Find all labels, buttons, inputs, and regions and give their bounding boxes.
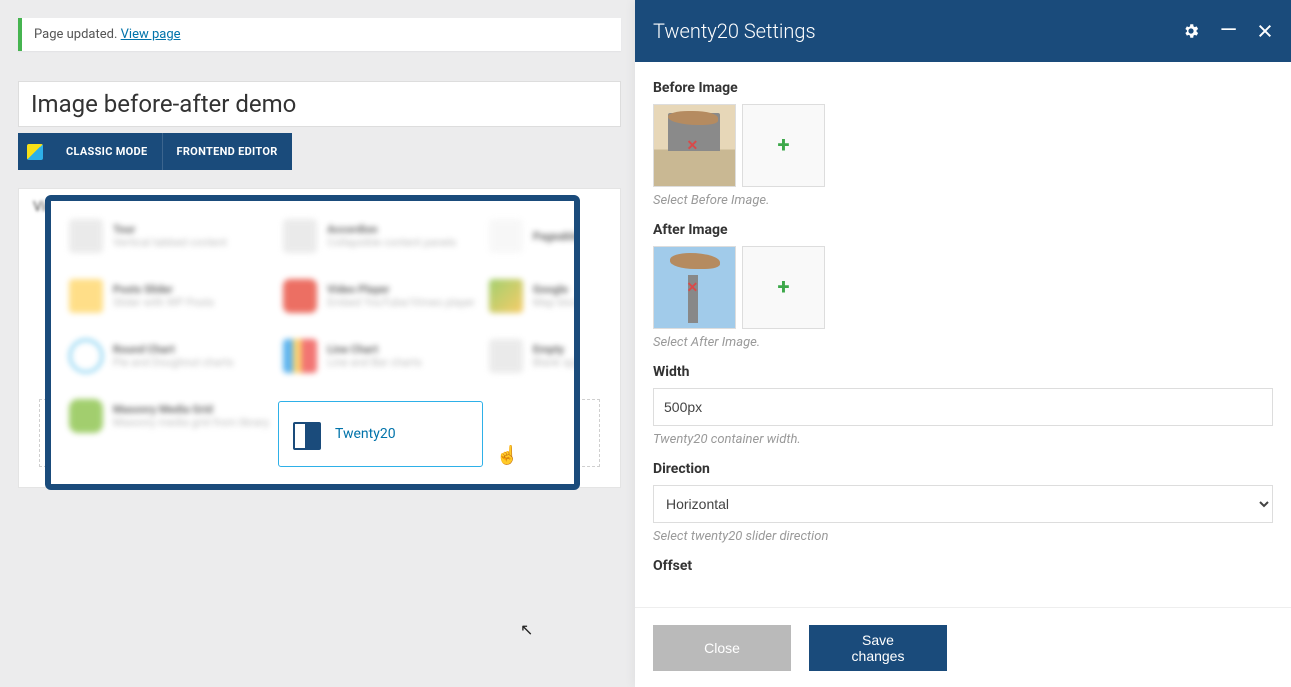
close-icon[interactable] [1257, 23, 1273, 39]
twenty20-element-card[interactable]: Twenty20 [278, 401, 483, 467]
width-label: Width [653, 364, 1273, 380]
add-before-image-button[interactable]: + [742, 104, 825, 187]
settings-body[interactable]: Before Image ✕ + Select Before Image. Af… [635, 62, 1291, 607]
minimize-icon[interactable]: — [1220, 27, 1237, 35]
view-page-link[interactable]: View page [121, 27, 181, 42]
picker-item[interactable]: Round ChartPie and Doughnut charts [69, 333, 269, 379]
close-button[interactable]: Close [653, 625, 791, 671]
before-image-thumb[interactable]: ✕ [653, 104, 736, 187]
post-title-input[interactable]: Image before-after demo [18, 81, 621, 127]
direction-help: Select twenty20 slider direction [653, 529, 1273, 544]
before-image-label: Before Image [653, 80, 1273, 96]
update-notice: Page updated. View page [18, 18, 621, 51]
width-help: Twenty20 container width. [653, 432, 1273, 447]
frontend-editor-button[interactable]: FRONTEND EDITOR [162, 133, 292, 170]
pointer-hand-icon: ☝ [496, 445, 518, 466]
after-image-label: After Image [653, 222, 1273, 238]
picker-item[interactable]: Line ChartLine and Bar charts [283, 333, 475, 379]
settings-header: Twenty20 Settings — [635, 0, 1291, 62]
picker-item[interactable]: EmptyBlank space [489, 333, 580, 379]
picker-item[interactable]: GoogleMap block [489, 273, 580, 319]
remove-image-icon[interactable]: ✕ [687, 138, 703, 154]
notice-text: Page updated. [34, 27, 117, 42]
remove-image-icon[interactable]: ✕ [687, 280, 703, 296]
arrow-cursor-icon: ↖ [520, 620, 533, 639]
gear-icon[interactable] [1182, 22, 1200, 40]
add-after-image-button[interactable]: + [742, 246, 825, 329]
width-input[interactable] [653, 388, 1273, 426]
picker-item[interactable]: Pageable [489, 213, 580, 259]
save-changes-button[interactable]: Save changes [809, 625, 947, 671]
twenty20-label: Twenty20 [335, 426, 396, 442]
picker-item[interactable]: Posts SliderSlider with WP Posts [69, 273, 269, 319]
settings-title: Twenty20 Settings [653, 19, 816, 43]
direction-select[interactable]: Horizontal [653, 485, 1273, 523]
settings-footer: Close Save changes [635, 607, 1291, 687]
twenty20-settings-panel: Twenty20 Settings — Before Image ✕ + Sel… [635, 0, 1291, 687]
vc-logo[interactable] [18, 133, 52, 170]
after-image-help: Select After Image. [653, 335, 1273, 350]
direction-label: Direction [653, 461, 1273, 477]
twenty20-icon [293, 420, 321, 448]
before-image-help: Select Before Image. [653, 193, 1273, 208]
picker-item[interactable]: Masonry Media GridMasonry media grid fro… [69, 393, 269, 439]
picker-item[interactable]: TourVertical tabbed content [69, 213, 269, 259]
offset-label: Offset [653, 558, 1273, 574]
classic-mode-button[interactable]: CLASSIC MODE [52, 133, 162, 170]
picker-item[interactable]: AccordionCollapsible content panels [283, 213, 475, 259]
after-image-thumb[interactable]: ✕ [653, 246, 736, 329]
element-picker-popup: TourVertical tabbed content AccordionCol… [45, 195, 580, 490]
picker-item[interactable]: Video PlayerEmbed YouTube/Vimeo player [283, 273, 475, 319]
